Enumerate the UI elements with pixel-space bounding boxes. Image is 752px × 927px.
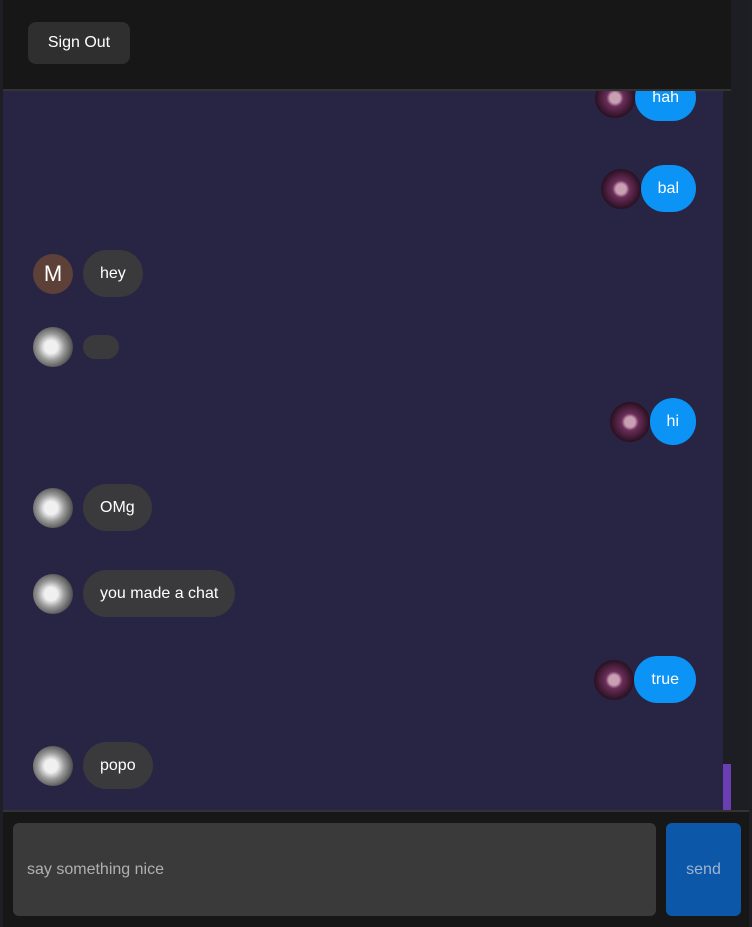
message-bubble: hey [83,250,143,297]
user-avatar [600,168,641,209]
message-bubble: you made a chat [83,570,236,617]
user-avatar [594,659,635,700]
app-header: Sign Out [3,0,731,91]
composer-bar: send [3,810,749,927]
message-bubble: bal [640,165,696,212]
sign-out-button[interactable]: Sign Out [28,22,130,64]
message-sent: hi [609,398,706,445]
user-avatar [33,745,73,786]
user-avatar [33,327,73,367]
message-received [33,327,119,367]
user-avatar: M [33,253,73,294]
user-avatar [33,487,73,528]
message-received: popo [33,742,153,789]
message-bubble: true [634,656,696,703]
send-button[interactable]: send [666,823,741,916]
user-avatar [595,91,636,118]
message-received: OMg [33,484,152,531]
side-gutter [731,0,749,810]
message-input[interactable] [13,823,656,916]
message-bubble: OMg [83,484,152,531]
message-received: M hey [33,250,143,297]
chat-app: Sign Out hah bal M hey hi OMg you made a… [3,0,749,927]
message-sent: bal [600,165,706,212]
message-bubble: hah [635,91,696,121]
message-sent: hah [595,91,706,121]
message-sent: true [594,656,706,703]
message-bubble: popo [83,742,153,789]
user-avatar [33,573,73,614]
message-received: you made a chat [33,570,236,617]
message-list[interactable]: hah bal M hey hi OMg you made a chat tru… [3,91,723,810]
scrollbar-track[interactable] [723,91,731,810]
message-bubble [83,335,119,359]
user-avatar [609,401,650,442]
message-bubble: hi [649,398,696,445]
scrollbar-thumb[interactable] [723,764,731,810]
